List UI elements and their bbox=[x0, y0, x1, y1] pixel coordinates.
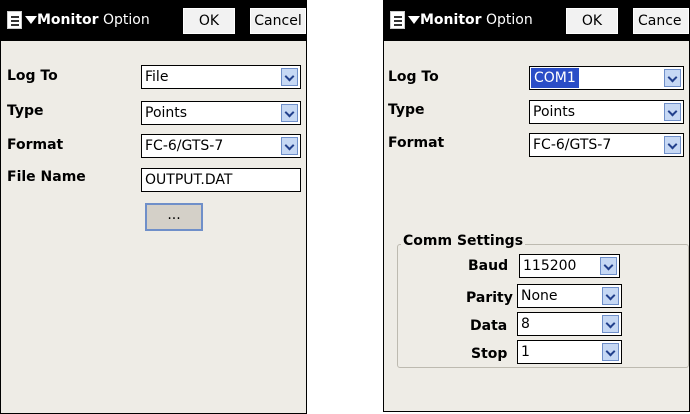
format-select[interactable]: FC-6/GTS-7 bbox=[141, 134, 301, 158]
type-label: Type bbox=[7, 103, 44, 119]
dropdown-arrow-icon bbox=[25, 16, 37, 24]
cancel-button[interactable]: Cance bbox=[633, 8, 689, 34]
type-value: Points bbox=[145, 105, 188, 121]
start-menu-icon bbox=[390, 11, 405, 29]
log-to-select[interactable]: File bbox=[141, 65, 301, 89]
chevron-down-icon[interactable] bbox=[602, 315, 619, 333]
chevron-down-icon[interactable] bbox=[664, 69, 681, 87]
monitor-option-dialog-com: Monitor Option OK Cance Log To COM1 Type… bbox=[383, 0, 690, 412]
data-value: 8 bbox=[521, 316, 530, 332]
baud-value: 115200 bbox=[523, 258, 577, 274]
baud-select[interactable]: 115200 bbox=[519, 254, 620, 278]
chevron-down-icon[interactable] bbox=[281, 68, 298, 86]
chevron-down-icon[interactable] bbox=[281, 137, 298, 155]
window-title: Monitor Option bbox=[37, 12, 150, 28]
chevron-down-icon[interactable] bbox=[664, 103, 681, 121]
window-title-bold: Monitor bbox=[420, 12, 482, 28]
data-label: Data bbox=[470, 318, 508, 334]
chevron-down-icon[interactable] bbox=[281, 104, 298, 122]
chevron-down-icon[interactable] bbox=[600, 257, 617, 275]
parity-select[interactable]: None bbox=[517, 284, 622, 308]
type-value: Points bbox=[533, 104, 576, 120]
parity-label: Parity bbox=[466, 290, 513, 306]
type-label: Type bbox=[388, 102, 425, 118]
window-title-rest: Option bbox=[98, 12, 150, 28]
comm-settings-title: Comm Settings bbox=[401, 233, 526, 249]
type-select[interactable]: Points bbox=[141, 101, 301, 125]
ok-button[interactable]: OK bbox=[566, 8, 618, 34]
file-name-input[interactable]: OUTPUT.DAT bbox=[141, 168, 301, 192]
format-value: FC-6/GTS-7 bbox=[533, 137, 612, 153]
log-to-value: COM1 bbox=[531, 68, 579, 88]
chevron-down-icon[interactable] bbox=[602, 287, 619, 305]
chevron-down-icon[interactable] bbox=[664, 136, 681, 154]
log-to-label: Log To bbox=[388, 69, 439, 85]
window-title: Monitor Option bbox=[420, 12, 533, 28]
format-label: Format bbox=[388, 135, 445, 151]
data-select[interactable]: 8 bbox=[517, 312, 622, 336]
dropdown-arrow-icon bbox=[408, 16, 420, 24]
type-select[interactable]: Points bbox=[529, 100, 684, 124]
title-bar: Monitor Option OK Cance bbox=[384, 1, 689, 41]
stop-value: 1 bbox=[521, 344, 530, 360]
monitor-option-dialog-file: Monitor Option OK Cancel Log To File Typ… bbox=[0, 0, 307, 414]
title-bar: Monitor Option OK Cancel bbox=[1, 1, 306, 41]
parity-value: None bbox=[521, 288, 558, 304]
cancel-button[interactable]: Cancel bbox=[250, 8, 306, 34]
chevron-down-icon[interactable] bbox=[602, 343, 619, 361]
ok-button[interactable]: OK bbox=[183, 8, 235, 34]
window-title-bold: Monitor bbox=[37, 12, 99, 28]
log-to-label: Log To bbox=[7, 68, 58, 84]
format-label: Format bbox=[7, 137, 64, 153]
log-to-select[interactable]: COM1 bbox=[529, 66, 684, 90]
start-menu-icon bbox=[7, 11, 22, 29]
file-name-label: File Name bbox=[7, 169, 86, 185]
browse-button[interactable]: ... bbox=[145, 203, 203, 231]
stop-select[interactable]: 1 bbox=[517, 340, 622, 364]
format-select[interactable]: FC-6/GTS-7 bbox=[529, 133, 684, 157]
log-to-value: File bbox=[145, 69, 169, 85]
baud-label: Baud bbox=[468, 258, 509, 274]
stop-label: Stop bbox=[471, 346, 508, 362]
window-title-rest: Option bbox=[481, 12, 533, 28]
format-value: FC-6/GTS-7 bbox=[145, 138, 224, 154]
